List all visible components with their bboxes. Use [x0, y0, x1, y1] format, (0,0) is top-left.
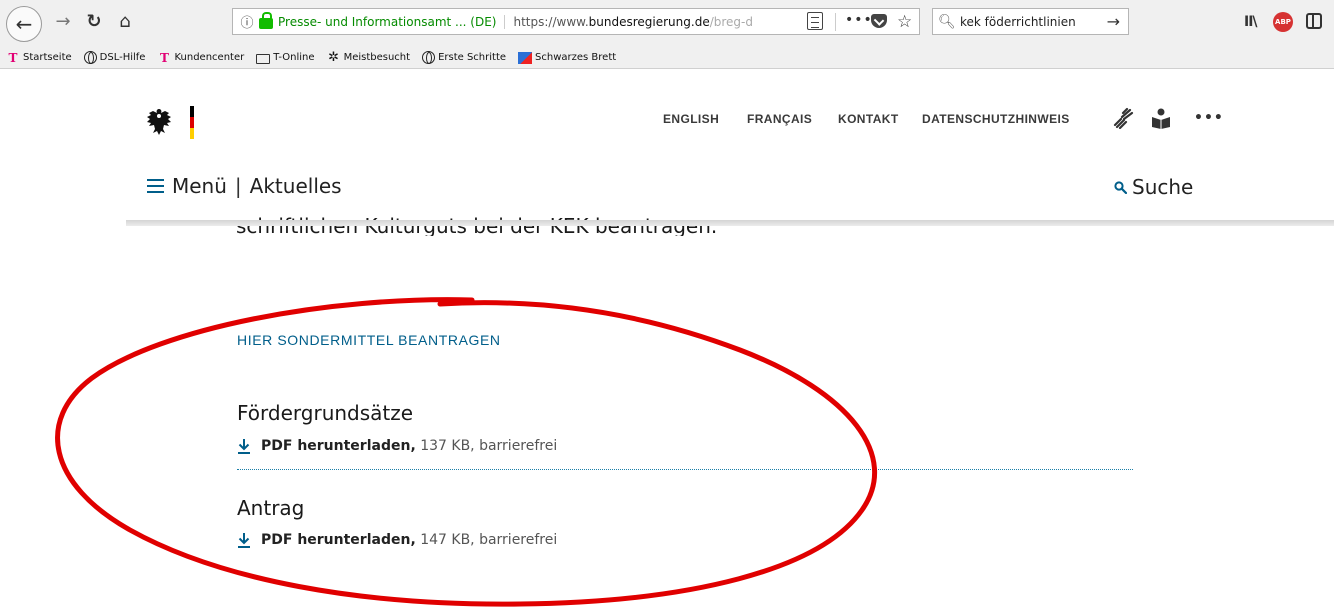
- bookmark-t-online[interactable]: T-Online: [256, 52, 315, 64]
- site-identity[interactable]: Presse- und Informationsamt ... (DE): [278, 14, 506, 29]
- info-icon[interactable]: ⓘ: [237, 12, 257, 31]
- file-info: 147 KB, barrierefrei: [415, 532, 558, 548]
- federal-eagle-logo[interactable]: [145, 107, 173, 137]
- hamburger-icon[interactable]: [147, 179, 164, 193]
- pdf-download-link[interactable]: PDF herunterladen,: [261, 532, 416, 548]
- adblock-plus-icon[interactable]: ABP: [1273, 12, 1293, 32]
- reload-icon[interactable]: ↻: [83, 9, 105, 33]
- bookmark-schwarzes-brett[interactable]: Schwarzes Brett: [518, 51, 616, 64]
- page-actions-icon[interactable]: •••: [845, 12, 873, 28]
- download-icon[interactable]: [237, 532, 251, 548]
- search-bar-value[interactable]: kek föderrichtlinien: [960, 15, 1076, 29]
- search-icon: [1114, 180, 1127, 194]
- telekom-icon: T: [8, 50, 18, 65]
- back-icon[interactable]: ←: [6, 6, 42, 42]
- telekom-icon: T: [160, 50, 169, 65]
- document-title: Fördergrundsätze: [237, 401, 414, 425]
- nav-francais[interactable]: FRANÇAIS: [747, 112, 812, 126]
- search-label: Suche: [1132, 175, 1194, 199]
- gear-icon: ✲: [328, 49, 340, 65]
- sign-language-icon[interactable]: [1112, 107, 1134, 129]
- address-bar[interactable]: ⓘ Presse- und Informationsamt ... (DE) h…: [232, 8, 920, 35]
- search-bar[interactable]: 🔍︎ kek föderrichtlinien →: [932, 8, 1129, 35]
- menu-button[interactable]: Menü: [172, 174, 227, 198]
- bookmark-meistbesucht[interactable]: ✲ Meistbesucht: [327, 49, 410, 65]
- folder-icon: [256, 53, 271, 64]
- menu-separator: |: [234, 174, 242, 198]
- nav-english[interactable]: ENGLISH: [663, 112, 719, 126]
- easy-language-icon[interactable]: [1150, 107, 1172, 129]
- bookmark-star-icon[interactable]: ☆: [897, 12, 912, 32]
- nav-datenschutzhinweis[interactable]: DATENSCHUTZHINWEIS: [922, 112, 1070, 126]
- pocket-icon[interactable]: [871, 14, 887, 28]
- search-go-icon[interactable]: →: [1107, 12, 1120, 31]
- sidebar-icon[interactable]: [1306, 13, 1322, 29]
- home-icon[interactable]: ⌂: [114, 9, 136, 33]
- bookmark-erste-schritte[interactable]: Erste Schritte: [422, 51, 506, 64]
- url-separator: [835, 13, 836, 31]
- flag-icon: [518, 51, 533, 64]
- divider: [237, 469, 1133, 470]
- bookmark-kundencenter[interactable]: T Kundencenter: [157, 51, 244, 65]
- globe-icon: [422, 51, 436, 64]
- section-title[interactable]: Aktuelles: [250, 174, 342, 198]
- globe-icon: [83, 51, 97, 64]
- main-menu-bar: Menü | Aktuelles: [147, 174, 342, 198]
- reader-view-icon[interactable]: [807, 12, 823, 30]
- file-info: 137 KB, barrierefrei: [415, 438, 558, 454]
- bookmark-startseite[interactable]: T Startseite: [6, 51, 72, 65]
- annotation-ellipse: [55, 297, 878, 607]
- site-search-button[interactable]: Suche: [1114, 175, 1193, 199]
- bookmark-dsl-hilfe[interactable]: DSL-Hilfe: [83, 51, 145, 64]
- browser-toolbar: ← → ↻ ⌂ ⓘ Presse- und Informationsamt ..…: [0, 0, 1334, 47]
- forward-icon[interactable]: →: [52, 9, 74, 33]
- pdf-download-link[interactable]: PDF herunterladen,: [261, 438, 416, 454]
- more-options-icon[interactable]: •••: [1194, 110, 1224, 126]
- sondermittel-link[interactable]: HIER SONDERMITTEL BEANTRAGEN: [237, 332, 501, 348]
- library-icon[interactable]: II\: [1244, 14, 1257, 30]
- download-row: PDF herunterladen, 147 KB, barrierefrei: [237, 532, 557, 548]
- download-icon[interactable]: [237, 438, 251, 454]
- header-shadow: [126, 220, 1334, 226]
- bookmarks-toolbar: T Startseite DSL-Hilfe T Kundencenter T-On…: [0, 47, 1334, 69]
- url-text[interactable]: https://www.bundesregierung.de/breg-de: [513, 15, 753, 29]
- nav-kontakt[interactable]: KONTAKT: [838, 112, 899, 126]
- search-icon: 🔍︎: [938, 13, 956, 30]
- german-flag-bar: [190, 106, 194, 139]
- lock-icon[interactable]: [259, 12, 273, 29]
- download-row: PDF herunterladen, 137 KB, barrierefrei: [237, 438, 557, 454]
- document-title: Antrag: [237, 496, 305, 520]
